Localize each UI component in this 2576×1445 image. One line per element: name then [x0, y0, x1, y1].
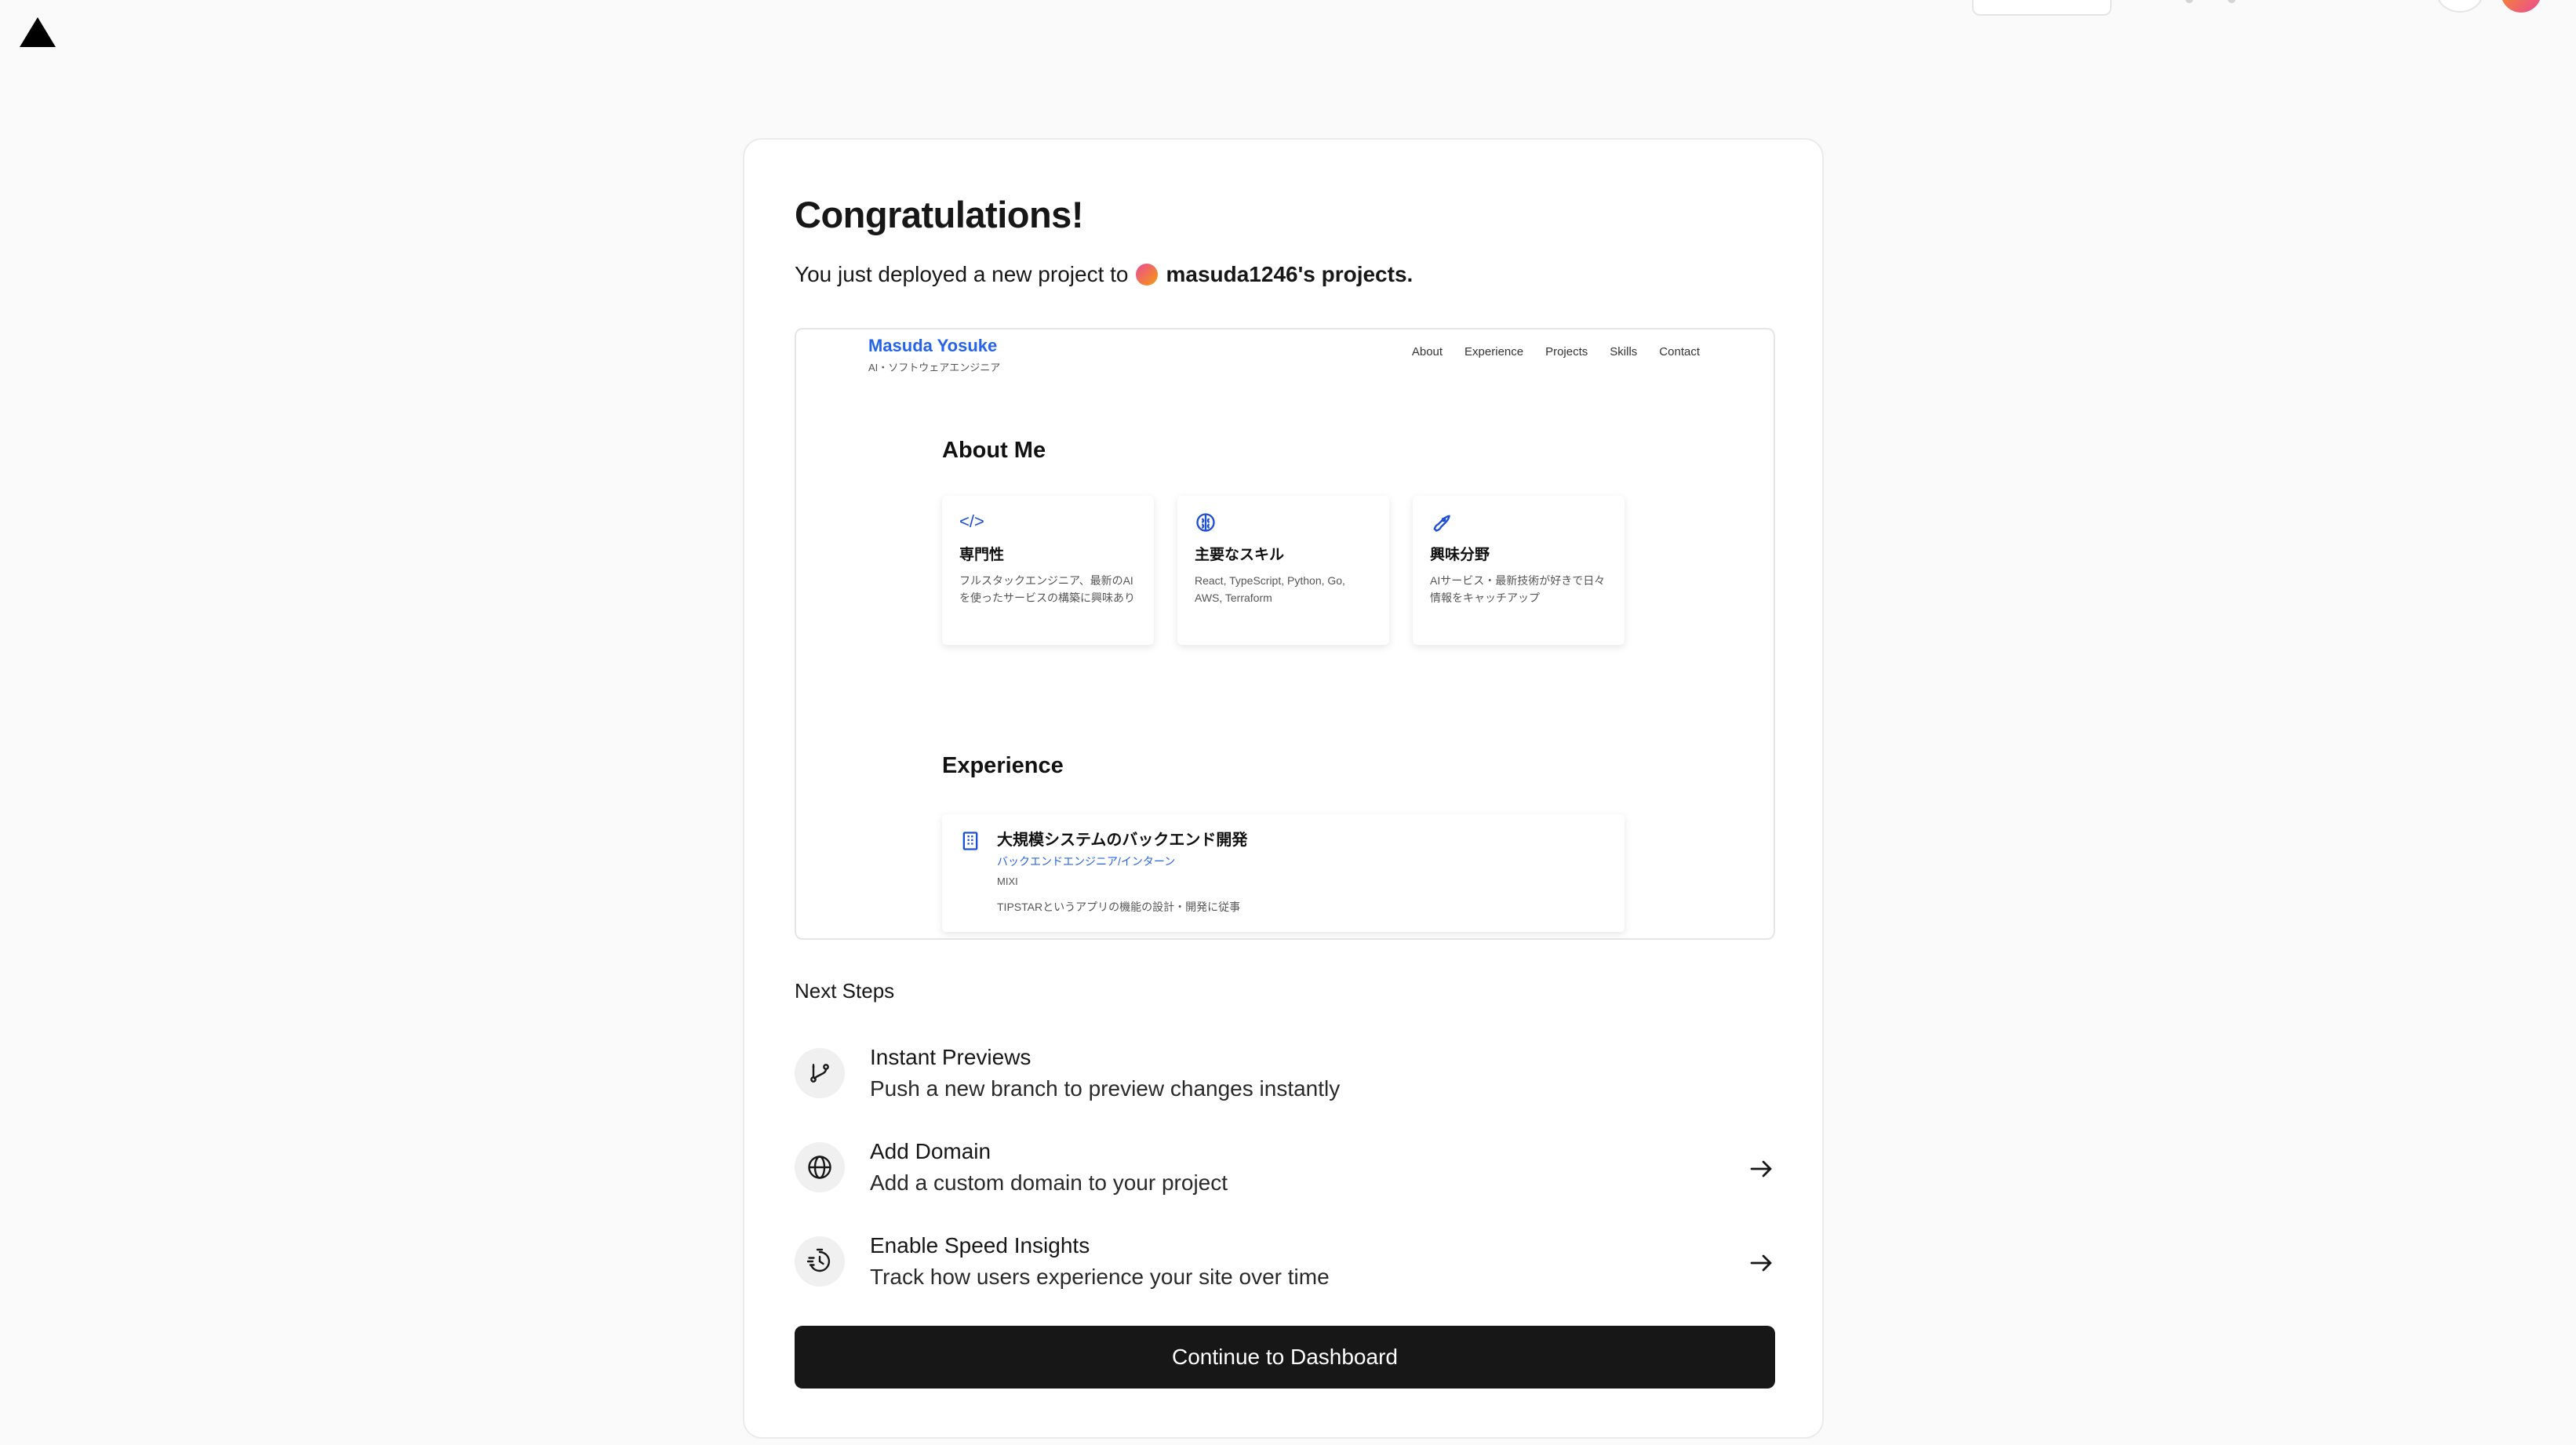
experience-role: バックエンドエンジニア/インターン — [997, 855, 1176, 868]
rocket-icon — [1430, 511, 1607, 537]
step-desc: Track how users experience your site ove… — [870, 1265, 1330, 1289]
preview-nav-contact: Contact — [1659, 345, 1700, 359]
step-desc: Push a new branch to preview changes ins… — [870, 1076, 1341, 1101]
preview-nav: About Experience Projects Skills Contact — [1412, 345, 1700, 359]
step-desc: Add a custom domain to your project — [870, 1170, 1228, 1195]
step-title: Add Domain — [870, 1139, 991, 1163]
preview-nav-about: About — [1411, 345, 1443, 359]
git-branch-icon — [795, 1048, 845, 1098]
next-step-instant-previews[interactable]: Instant Previews Push a new branch to pr… — [795, 1042, 1775, 1120]
preview-nav-projects: Projects — [1545, 345, 1588, 359]
arrow-right-icon — [1750, 1160, 1772, 1177]
next-step-add-domain[interactable]: Add Domain Add a custom domain to your p… — [795, 1136, 1775, 1214]
brain-icon — [1195, 511, 1372, 537]
code-icon: </> — [959, 511, 984, 531]
user-avatar[interactable] — [2501, 0, 2541, 13]
experience-title: 大規模システムのバックエンド開発 — [997, 832, 1248, 849]
preview-experience-item: 大規模システムのバックエンド開発 バックエンドエンジニア/インターン MIXI … — [942, 814, 1625, 932]
preview-card-title: 専門性 — [959, 547, 1005, 563]
project-owner-link[interactable]: masuda1246's projects. — [1166, 262, 1413, 287]
preview-site-name: Masuda Yosuke — [868, 336, 998, 355]
preview-experience-heading: Experience — [942, 753, 1064, 778]
preview-about-heading: About Me — [942, 438, 1046, 463]
deploy-subtitle: You just deployed a new project to masud… — [795, 262, 1413, 287]
experience-company: MIXI — [997, 875, 1018, 887]
subtitle-text: You just deployed a new project to — [795, 262, 1129, 286]
top-bar-item[interactable] — [2185, 0, 2193, 3]
continue-to-dashboard-button[interactable]: Continue to Dashboard — [795, 1326, 1775, 1389]
preview-card: 興味分野 AIサービス・最新技術が好きで日々情報をキャッチアップ — [1413, 496, 1625, 645]
step-title: Enable Speed Insights — [870, 1233, 1090, 1258]
deploy-success-card: Congratulations! You just deployed a new… — [743, 138, 1824, 1439]
top-bar-button[interactable] — [1972, 0, 2112, 16]
speed-insights-icon — [795, 1236, 845, 1287]
preview-card-desc: React, TypeScript, Python, Go, AWS, Terr… — [1195, 574, 1345, 604]
team-avatar-icon — [1136, 264, 1159, 286]
preview-card-desc: フルスタックエンジニア、最新のAIを使ったサービスの構築に興味あり — [959, 574, 1135, 604]
preview-card: </> 専門性 フルスタックエンジニア、最新のAIを使ったサービスの構築に興味あ… — [942, 496, 1154, 645]
step-title: Instant Previews — [870, 1045, 1031, 1069]
preview-nav-experience: Experience — [1464, 345, 1524, 359]
preview-card-desc: AIサービス・最新技術が好きで日々情報をキャッチアップ — [1430, 574, 1606, 604]
arrow-right-icon — [1750, 1254, 1772, 1272]
experience-desc: TIPSTARというアプリの機能の設計・開発に従事 — [997, 901, 1241, 913]
next-steps-label: Next Steps — [795, 979, 895, 1003]
globe-icon — [795, 1142, 845, 1192]
preview-card: 主要なスキル React, TypeScript, Python, Go, AW… — [1177, 496, 1389, 645]
next-step-speed-insights[interactable]: Enable Speed Insights Track how users ex… — [795, 1230, 1775, 1309]
page-title: Congratulations! — [795, 194, 1083, 235]
building-icon — [959, 830, 981, 857]
vercel-logo-icon[interactable] — [20, 17, 56, 47]
preview-nav-skills: Skills — [1610, 345, 1638, 359]
top-bar-item[interactable] — [2228, 0, 2236, 3]
help-button[interactable] — [2436, 0, 2483, 13]
preview-card-title: 興味分野 — [1430, 547, 1490, 563]
preview-site-role: AI・ソフトウェアエンジニア — [868, 362, 1001, 373]
preview-card-title: 主要なスキル — [1195, 547, 1285, 563]
deployment-preview[interactable]: Masuda Yosuke AI・ソフトウェアエンジニア About Exper… — [795, 328, 1775, 940]
